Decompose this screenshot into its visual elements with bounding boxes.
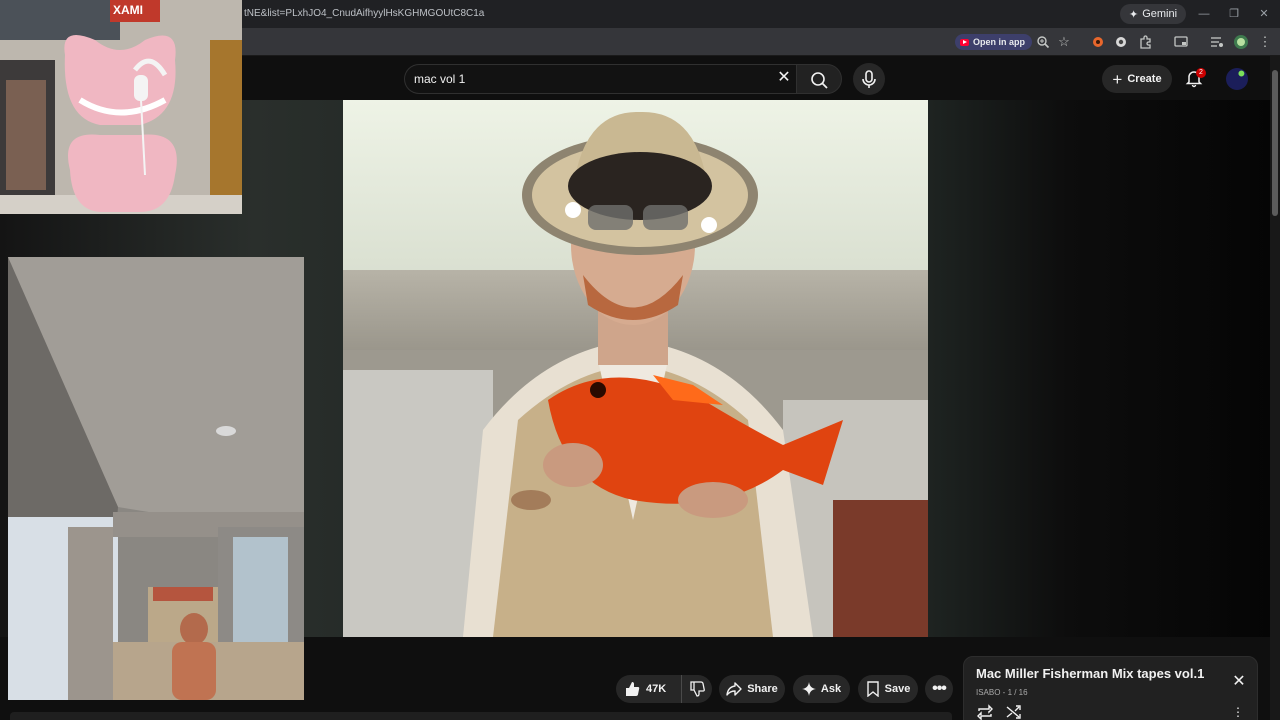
plus-icon: + [1112, 69, 1123, 89]
playlist-title[interactable]: Mac Miller Fisherman Mix tapes vol.1 [976, 666, 1204, 681]
browser-menu-icon[interactable]: ⋮ [1257, 34, 1273, 50]
account-avatar[interactable] [1226, 68, 1248, 90]
create-button[interactable]: + Create [1102, 65, 1172, 93]
search-button[interactable] [796, 64, 842, 94]
share-arrow-icon [726, 681, 742, 697]
playlist-more-icon[interactable]: ⋮ [1232, 705, 1244, 720]
share-button[interactable]: Share [719, 675, 785, 703]
media-queue-icon[interactable] [1209, 34, 1225, 50]
share-label: Share [747, 683, 778, 695]
thumbs-up-icon [624, 681, 640, 697]
sparkle-icon [801, 682, 816, 696]
gemini-button[interactable]: ✦ Gemini [1120, 4, 1187, 24]
search-icon [811, 72, 828, 89]
voice-search-button[interactable] [853, 63, 885, 95]
cast-screen-icon[interactable] [1173, 34, 1189, 50]
save-label: Save [884, 683, 911, 695]
shuffle-icon[interactable] [1005, 704, 1023, 720]
profile-avatar-icon[interactable] [1233, 34, 1249, 50]
title-area-edge [10, 712, 952, 720]
sparkle-icon: ✦ [1129, 8, 1139, 21]
bookmark-star-icon[interactable]: ☆ [1056, 34, 1072, 50]
loop-playlist-icon[interactable] [976, 704, 994, 720]
save-button[interactable]: Save [858, 675, 918, 703]
ask-button[interactable]: Ask [793, 675, 850, 703]
screen: ✦ Gemini — ❐ ✕ tNE&list=PLxhJO4_CnudAifh… [0, 0, 1280, 720]
more-actions-button[interactable]: ••• [925, 675, 953, 703]
poster-text: XAMI [113, 3, 143, 17]
extension-orange-icon[interactable] [1090, 34, 1106, 50]
close-window-icon[interactable]: ✕ [1256, 6, 1272, 22]
open-in-app-label: Open in app [973, 37, 1026, 47]
like-count: 47K [646, 683, 667, 695]
dislike-button[interactable] [682, 675, 712, 703]
close-playlist-icon[interactable]: ✕ [1230, 673, 1248, 691]
webcam-overlay-top: XAMI [0, 0, 242, 214]
webcam-overlay-bottom [8, 257, 304, 700]
ask-label: Ask [820, 683, 842, 695]
microphone-icon [862, 70, 876, 88]
url-text[interactable]: tNE&list=PLxhJO4_CnudAifhyylHsKGHMGOUtC8… [244, 8, 484, 19]
zoom-icon[interactable] [1035, 34, 1051, 50]
album-cover-image [343, 100, 928, 637]
like-button[interactable]: 47K [616, 675, 682, 703]
playlist-channel-position: ISABO - 1 / 16 [976, 688, 1028, 697]
search-query[interactable]: mac vol 1 [414, 72, 465, 86]
restore-icon[interactable]: ❐ [1226, 6, 1242, 22]
open-in-app-button[interactable]: Open in app [955, 34, 1033, 50]
youtube-logo-icon [960, 38, 969, 46]
clear-search-icon[interactable]: ✕ [775, 69, 793, 87]
notification-badge: 2 [1196, 68, 1206, 78]
thumbs-down-icon [690, 681, 705, 697]
create-label: Create [1127, 73, 1162, 85]
extension-white-icon[interactable] [1113, 34, 1129, 50]
like-dislike-group: 47K [616, 675, 712, 703]
gemini-label: Gemini [1142, 8, 1178, 20]
minimize-icon[interactable]: — [1196, 6, 1212, 22]
scrollbar-thumb[interactable] [1272, 70, 1278, 216]
extensions-puzzle-icon[interactable] [1138, 34, 1154, 50]
more-horizontal-icon: ••• [932, 680, 947, 697]
bookmark-icon [866, 681, 880, 697]
